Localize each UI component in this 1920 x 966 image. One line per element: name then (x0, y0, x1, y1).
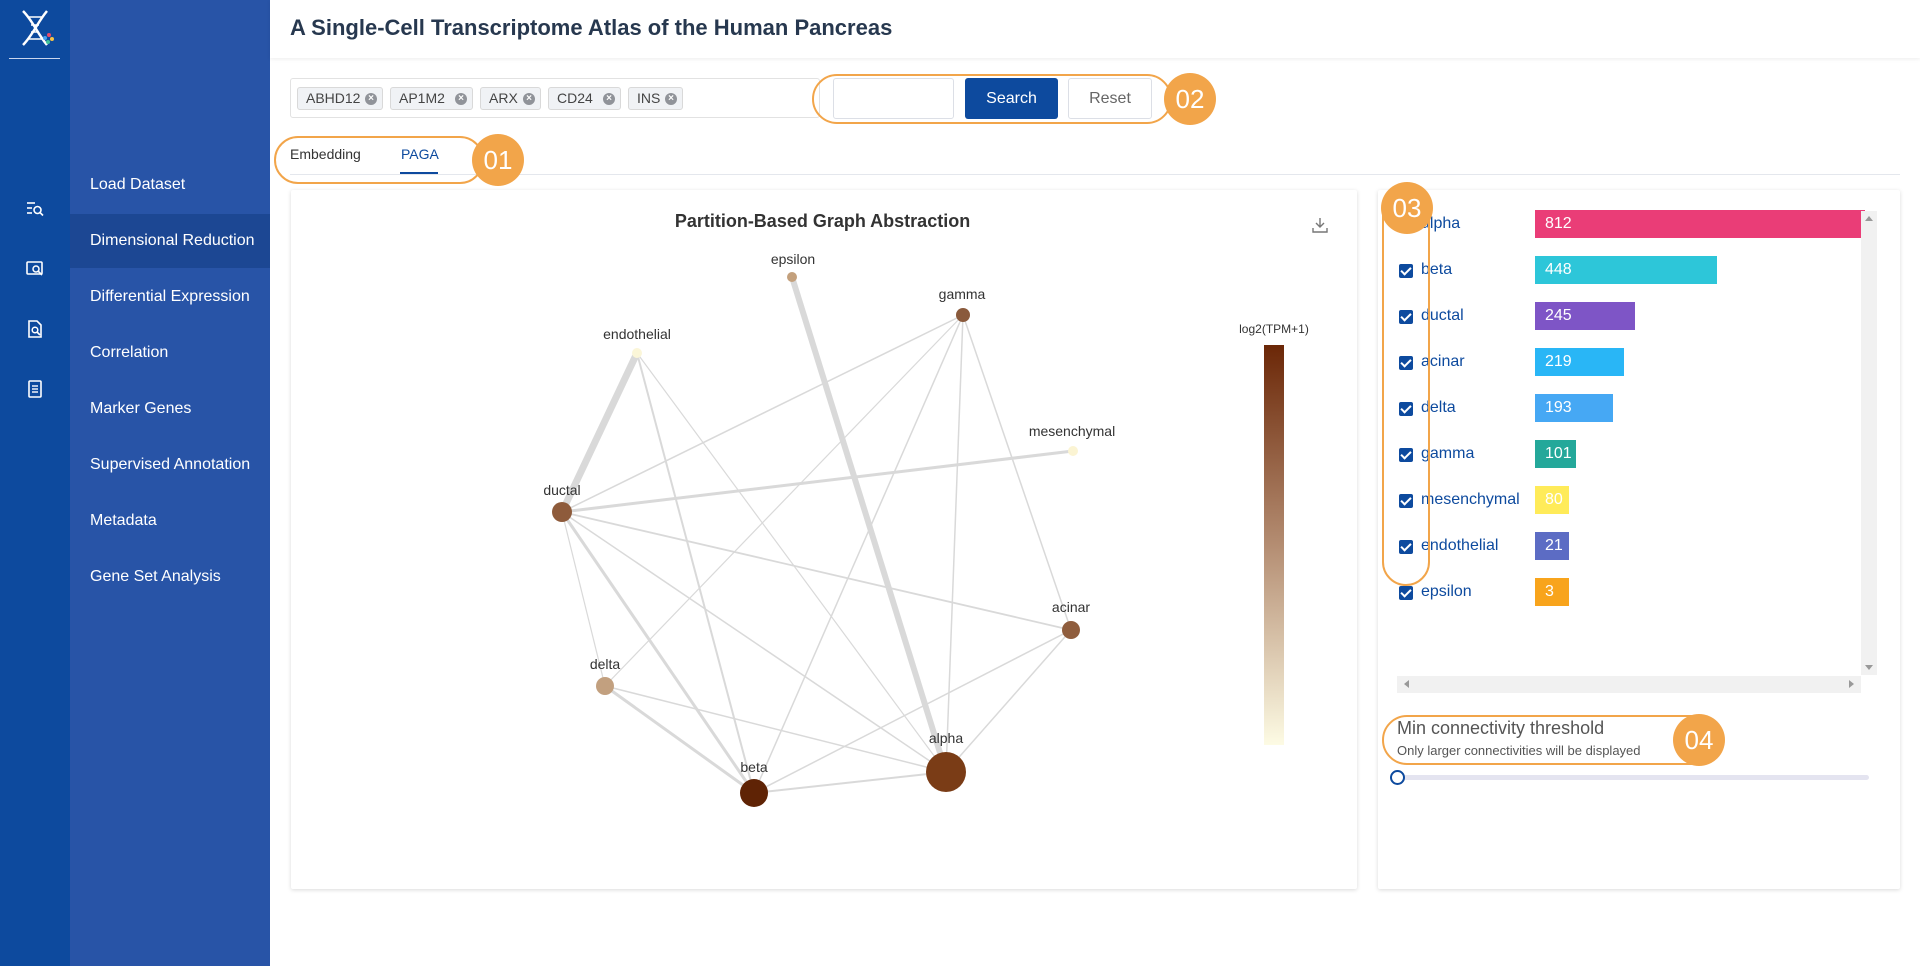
node-beta[interactable] (740, 779, 768, 807)
scroll-right-icon[interactable] (1849, 680, 1855, 688)
scroll-up-icon[interactable] (1865, 215, 1873, 221)
cluster-row[interactable]: mesenchymal 80 (1399, 486, 1869, 516)
edge-ductal-acinar (561, 511, 1072, 631)
cluster-row[interactable]: ductal 245 (1399, 302, 1869, 332)
cluster-row[interactable]: epsilon 3 (1399, 578, 1869, 608)
node-epsilon[interactable] (787, 272, 797, 282)
cluster-bar: 21 (1535, 532, 1569, 560)
horizontal-scrollbar[interactable] (1397, 676, 1861, 693)
callout-badge-03: 03 (1381, 182, 1433, 234)
edge-delta-beta (604, 684, 755, 795)
node-acinar[interactable] (1062, 621, 1080, 639)
node-delta[interactable] (596, 677, 614, 695)
edge-ductal-mesenchymal (561, 449, 1074, 514)
edge-delta-alpha (604, 685, 947, 773)
colorbar-label: log2(TPM+1) (1239, 322, 1309, 336)
scroll-down-icon[interactable] (1865, 665, 1873, 671)
node-ductal[interactable] (552, 502, 572, 522)
cluster-bar: 3 (1535, 578, 1569, 606)
cluster-name: epsilon (1421, 583, 1472, 600)
node-label-endothelial: endothelial (603, 326, 671, 342)
callout-badge-04: 04 (1673, 714, 1725, 766)
edge-endothelial-beta (636, 352, 755, 794)
edge-ductal-beta (560, 511, 756, 794)
cluster-bar: 812 (1535, 210, 1865, 238)
node-label-epsilon: epsilon (771, 251, 815, 267)
node-label-ductal: ductal (543, 482, 580, 498)
cluster-bar: 245 (1535, 302, 1635, 330)
node-mesenchymal[interactable] (1068, 446, 1078, 456)
node-label-mesenchymal: mesenchymal (1029, 423, 1115, 439)
edge-alpha-acinar (945, 629, 1072, 773)
cluster-bar: 101 (1535, 440, 1576, 468)
colorbar (1264, 345, 1284, 745)
callout-outline-search (812, 74, 1172, 124)
cluster-bar: 193 (1535, 394, 1613, 422)
callout-outline-checkboxes (1382, 190, 1430, 586)
node-label-beta: beta (740, 759, 767, 775)
cluster-row[interactable]: beta 448 (1399, 256, 1869, 286)
cluster-bar: 448 (1535, 256, 1717, 284)
edge-gamma-ductal (561, 314, 964, 513)
node-endothelial[interactable] (632, 348, 642, 358)
edge-epsilon-alpha (789, 276, 949, 773)
node-alpha[interactable] (926, 752, 966, 792)
callout-outline-tabs (274, 136, 484, 184)
callout-outline-threshold (1382, 715, 1718, 765)
cluster-row[interactable]: endothelial 21 (1399, 532, 1869, 562)
edge-ductal-alpha (561, 511, 947, 773)
cluster-row[interactable]: gamma 101 (1399, 440, 1869, 470)
cluster-bar: 80 (1535, 486, 1569, 514)
edge-endothelial-alpha (636, 352, 947, 773)
edge-gamma-alpha (945, 314, 964, 773)
cluster-checkbox[interactable] (1399, 586, 1413, 600)
node-label-acinar: acinar (1052, 599, 1090, 615)
edge-gamma-acinar (962, 314, 1072, 631)
cluster-row[interactable]: acinar 219 (1399, 348, 1869, 378)
cluster-name: endothelial (1421, 537, 1499, 554)
threshold-slider[interactable] (1397, 775, 1869, 780)
cluster-name: mesenchymal (1421, 491, 1520, 508)
node-label-alpha: alpha (929, 730, 963, 746)
cluster-row[interactable]: alpha 812 (1399, 210, 1869, 240)
edge-beta-alpha (753, 771, 947, 794)
callout-badge-02: 02 (1164, 73, 1216, 125)
node-label-delta: delta (590, 656, 621, 672)
vertical-scrollbar[interactable] (1861, 211, 1877, 675)
scroll-left-icon[interactable] (1403, 680, 1409, 688)
threshold-slider-handle[interactable] (1390, 770, 1405, 785)
cluster-row[interactable]: delta 193 (1399, 394, 1869, 424)
callout-badge-01: 01 (472, 134, 524, 186)
cluster-bar: 219 (1535, 348, 1624, 376)
node-label-gamma: gamma (939, 286, 986, 302)
node-gamma[interactable] (956, 308, 970, 322)
